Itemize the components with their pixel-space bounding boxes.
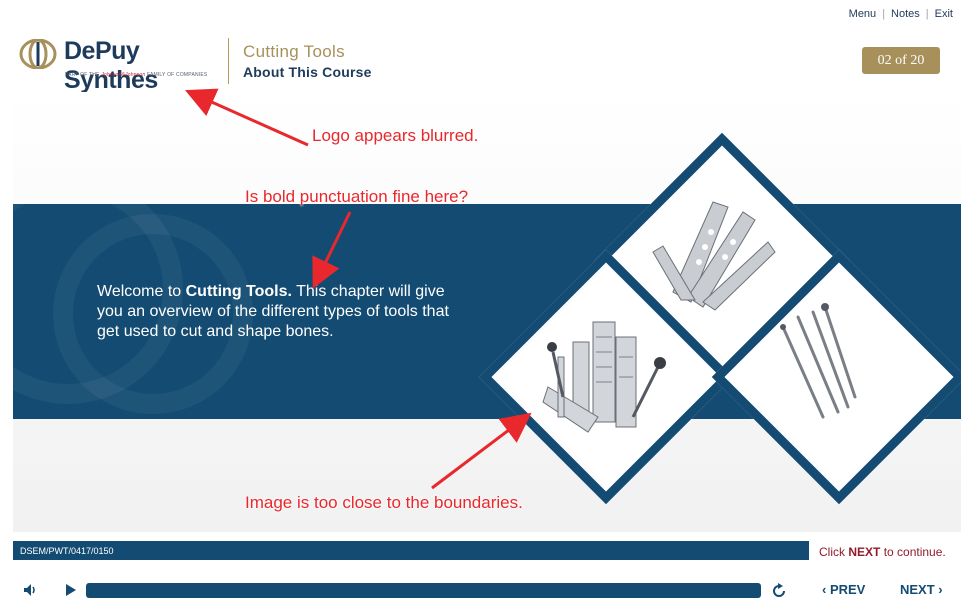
brand-logo: DePuy Synthes PART OF THE Johnson&Johnso… [19, 37, 224, 94]
continue-bold: NEXT [848, 545, 881, 559]
prev-label: PREV [829, 582, 866, 597]
brand-name: DePuy Synthes [64, 37, 158, 94]
document-code: DSEM/PWT/0417/0150 [20, 545, 114, 556]
continue-suffix: to continue. [880, 545, 946, 559]
play-icon[interactable] [60, 580, 80, 600]
next-button[interactable]: NEXT › [900, 582, 943, 597]
instrument-set-image [542, 321, 666, 433]
progress-bar[interactable] [86, 583, 761, 598]
tagline-prefix: PART OF THE [65, 72, 100, 78]
player-controls: ‹ PREV NEXT › [0, 575, 975, 605]
separator: | [925, 8, 929, 20]
tagline-suffix: FAMILY OF COMPANIES [146, 72, 208, 78]
prev-button[interactable]: ‹ PREV [822, 582, 865, 597]
continue-hint: Click NEXT to continue. [819, 545, 946, 559]
continue-prefix: Click [819, 545, 849, 559]
brand-mark-icon [19, 39, 57, 69]
course-title: Cutting Tools [243, 42, 345, 61]
separator: | [882, 8, 886, 20]
annotation-image: Image is too close to the boundaries. [245, 493, 523, 512]
welcome-bold: Cutting Tools. [185, 283, 292, 300]
speaker-icon[interactable] [20, 580, 40, 600]
content-stage: Welcome to Cutting Tools. This chapter w… [13, 92, 961, 532]
drill-bits-image [780, 303, 857, 419]
exit-link[interactable]: Exit [935, 8, 953, 20]
notes-link[interactable]: Notes [891, 8, 920, 20]
page-counter: 02 of 20 [862, 47, 940, 74]
replay-icon[interactable] [768, 580, 790, 602]
document-code-bar: DSEM/PWT/0417/0150 [13, 541, 809, 560]
next-label: NEXT [900, 582, 935, 597]
top-links: Menu | Notes | Exit [849, 8, 953, 20]
header-divider [228, 38, 229, 84]
annotation-logo: Logo appears blurred. [312, 126, 479, 145]
tagline-jj: Johnson&Johnson [101, 72, 146, 78]
menu-link[interactable]: Menu [849, 8, 877, 20]
welcome-text: Welcome to Cutting Tools. This chapter w… [97, 282, 457, 342]
brand-tagline: PART OF THE Johnson&Johnson FAMILY OF CO… [65, 72, 207, 78]
annotation-punctuation: Is bold punctuation fine here? [245, 187, 469, 206]
course-subtitle: About This Course [243, 64, 372, 80]
welcome-prefix: Welcome to [97, 283, 186, 300]
